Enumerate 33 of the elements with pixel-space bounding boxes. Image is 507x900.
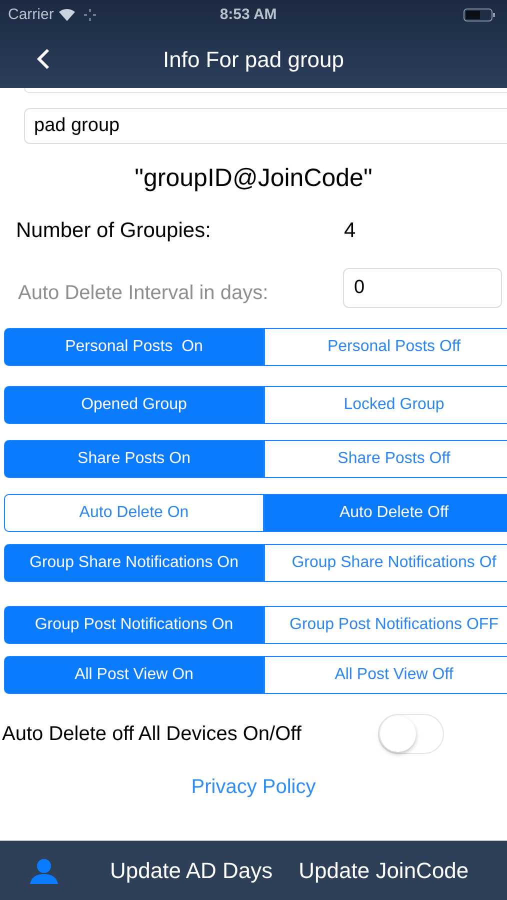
- toolbar-button[interactable]: Update AD Days: [110, 854, 273, 887]
- interval-label: Auto Delete Interval in days:: [18, 281, 270, 306]
- segment-tab[interactable]: All Post View On: [4, 656, 264, 694]
- segment-tab[interactable]: Group Share Notifications Of: [264, 544, 507, 582]
- all-devices-label: Auto Delete off All Devices On/Off: [2, 722, 302, 747]
- segment-tab[interactable]: Group Post Notifications OFF: [264, 606, 507, 644]
- group-name-field[interactable]: pad group: [24, 108, 507, 144]
- segment-tab[interactable]: Personal Posts Off: [264, 328, 507, 366]
- profile-icon[interactable]: [28, 858, 60, 884]
- privacy-policy-link[interactable]: Privacy Policy: [191, 772, 316, 802]
- segment-tab[interactable]: Auto Delete Off: [264, 494, 507, 532]
- back-button[interactable]: [36, 48, 52, 70]
- segment-tab[interactable]: Personal Posts On: [4, 328, 264, 366]
- wifi-icon: [58, 8, 76, 22]
- battery-icon: [463, 8, 495, 22]
- spinner-icon: [84, 9, 96, 21]
- screen-title: Info For pad group: [162, 46, 344, 72]
- segment-tab[interactable]: Opened Group: [4, 386, 264, 424]
- groupies-count: 4: [344, 218, 356, 244]
- segment-tab[interactable]: Auto Delete On: [4, 494, 264, 532]
- interval-field[interactable]: 0: [343, 268, 502, 308]
- groupies-label: Number of Groupies:: [16, 218, 212, 244]
- toggle-switch[interactable]: [378, 714, 444, 754]
- segment-tab[interactable]: Locked Group: [264, 386, 507, 424]
- clock-time: 8:53 AM: [220, 4, 277, 25]
- join-code-hint: "groupID@JoinCode": [134, 164, 372, 192]
- segment-tab[interactable]: Group Post Notifications On: [4, 606, 264, 644]
- toolbar-button[interactable]: Update JoinCode: [298, 854, 469, 887]
- segment-tab[interactable]: Share Posts On: [4, 440, 264, 478]
- carrier-label: Carrier: [8, 4, 54, 25]
- segment-tab[interactable]: Group Share Notifications On: [4, 544, 264, 582]
- segment-tab[interactable]: All Post View Off: [264, 656, 507, 694]
- segment-tab[interactable]: Share Posts Off: [264, 440, 507, 478]
